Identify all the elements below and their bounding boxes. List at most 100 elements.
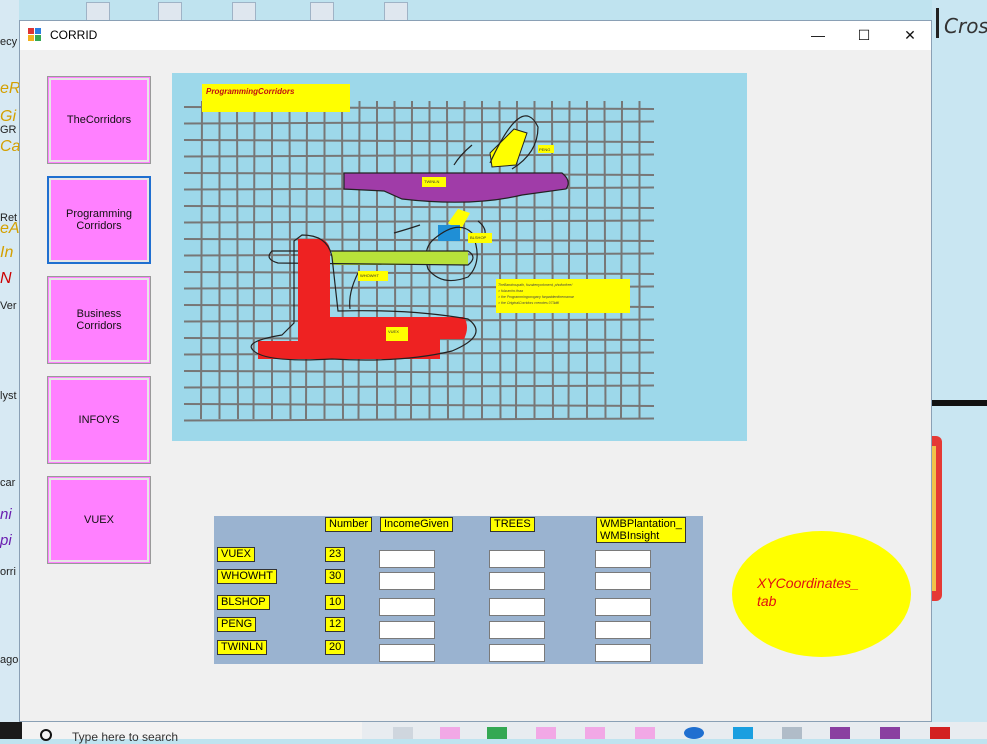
arrow xyxy=(349,272,359,310)
taskbar-search[interactable]: Type here to search xyxy=(22,722,362,744)
taskbar-app-icon[interactable] xyxy=(585,727,605,739)
nav-button-label: VUEX xyxy=(84,514,114,526)
taskbar-app-icon[interactable] xyxy=(782,727,802,739)
row-number: 23 xyxy=(325,547,346,562)
wmb-input[interactable] xyxy=(595,621,651,639)
desktop-fragment: pi xyxy=(0,532,12,549)
desktop-fragment: Ca xyxy=(0,138,19,155)
arrow xyxy=(393,224,421,234)
title-bar[interactable]: CORRID — ☐ ✕ xyxy=(20,21,931,50)
desktop-fragment: In xyxy=(0,244,14,261)
row-name: TWINLN xyxy=(217,640,268,655)
app-window: CORRID — ☐ ✕ TheCorridors Programming Co… xyxy=(19,20,932,722)
edge-browser-icon[interactable] xyxy=(684,727,704,739)
nav-button-label: Programming Corridors xyxy=(65,208,133,232)
taskbar-app-icon[interactable] xyxy=(930,727,950,739)
trees-input[interactable] xyxy=(489,572,545,590)
nav-button-programming-corridors[interactable]: Programming Corridors xyxy=(47,176,151,264)
divider xyxy=(932,400,987,406)
desktop-fragment: ago xyxy=(0,654,19,666)
desktop-fragment: Ver xyxy=(0,300,17,312)
trees-input[interactable] xyxy=(489,644,545,662)
visual-studio-icon[interactable] xyxy=(830,727,850,739)
desktop-fragment: ni xyxy=(0,506,12,523)
taskbar: Type here to search xyxy=(0,722,987,744)
wmb-input[interactable] xyxy=(595,598,651,616)
store-icon[interactable] xyxy=(733,727,753,739)
taskbar-app-icon[interactable] xyxy=(536,727,556,739)
desktop-fragment: lyst xyxy=(0,390,17,402)
incomegiven-input[interactable] xyxy=(379,598,435,616)
incomegiven-input[interactable] xyxy=(379,550,435,568)
desktop-icon[interactable] xyxy=(310,2,334,22)
desktop-fragment: car xyxy=(0,477,16,489)
nav-button-vuex[interactable]: VUEX xyxy=(47,476,151,564)
incomegiven-input[interactable] xyxy=(379,644,435,662)
wmb-input[interactable] xyxy=(595,644,651,662)
taskbar-app-icon[interactable] xyxy=(487,727,507,739)
nav-button-business-corridors[interactable]: Business Corridors xyxy=(47,276,151,364)
incomegiven-input[interactable] xyxy=(379,572,435,590)
task-view-icon[interactable] xyxy=(393,727,413,739)
incomegiven-input[interactable] xyxy=(379,621,435,639)
row-name: BLSHOP xyxy=(217,595,270,610)
desktop-fragment: eA xyxy=(0,220,19,237)
lime-corridor xyxy=(332,251,468,265)
desktop-fragment: Cros xyxy=(944,14,987,38)
yellow-corridor-upper xyxy=(489,128,528,168)
desktop-icon[interactable] xyxy=(86,2,110,22)
taskbar-app-icon[interactable] xyxy=(635,727,655,739)
corridor-map-image: ProgrammingCorridors PENG TWINLN BLSHOP … xyxy=(172,73,747,441)
wmb-input[interactable] xyxy=(595,572,651,590)
row-number: 12 xyxy=(325,617,346,632)
trees-input[interactable] xyxy=(489,550,545,568)
desktop-shape xyxy=(932,446,936,591)
start-button[interactable] xyxy=(0,722,22,739)
label-peng: PENG xyxy=(539,147,550,152)
minimize-button[interactable]: — xyxy=(795,21,841,50)
grid-line-vertical xyxy=(620,100,623,420)
nav-button-label: TheCorridors xyxy=(66,114,132,126)
close-button[interactable]: ✕ xyxy=(887,21,933,50)
desktop-fragment: eR xyxy=(0,80,19,97)
xy-coordinates-tab-button[interactable]: XYCoordinates_ tab xyxy=(732,531,911,657)
row-number: 10 xyxy=(325,595,346,610)
map-note-line: TheBandroupath, fuzukenyorkment, phofonf… xyxy=(498,283,573,287)
desktop-fragment: GR xyxy=(0,124,17,136)
header-number: Number xyxy=(325,517,373,532)
desktop-icon[interactable] xyxy=(158,2,182,22)
divider xyxy=(936,8,939,38)
label-whowht: WHOWHT xyxy=(360,273,379,278)
search-icon xyxy=(40,729,52,741)
maximize-button[interactable]: ☐ xyxy=(841,21,887,50)
nav-button-label: Business Corridors xyxy=(76,308,122,332)
visual-studio-icon[interactable] xyxy=(880,727,900,739)
app-icon xyxy=(28,28,42,42)
nav-button-infoys[interactable]: INFOYS xyxy=(47,376,151,464)
data-panel: Number IncomeGiven TREES WMBPlantation_ … xyxy=(214,516,703,664)
grid-line-vertical xyxy=(603,100,607,420)
window-title: CORRID xyxy=(50,28,98,42)
row-number: 20 xyxy=(325,640,346,655)
label-blshop: BLSHOP xyxy=(470,235,487,240)
taskbar-app-icon[interactable] xyxy=(440,727,460,739)
nav-button-thecorridors[interactable]: TheCorridors xyxy=(47,76,151,164)
row-number: 30 xyxy=(325,569,346,584)
desktop-icon[interactable] xyxy=(384,2,408,22)
desktop-fragment: ecy xyxy=(0,36,18,48)
trees-input[interactable] xyxy=(489,621,545,639)
desktop-icon[interactable] xyxy=(232,2,256,22)
desktop-right-edge: Cros xyxy=(932,0,987,739)
map-title: ProgrammingCorridors xyxy=(206,87,295,96)
row-name: WHOWHT xyxy=(217,569,277,584)
corridor-map-drawing: ProgrammingCorridors PENG TWINLN BLSHOP … xyxy=(183,84,655,422)
wmb-input[interactable] xyxy=(595,550,651,568)
desktop-fragment: orri xyxy=(0,566,16,578)
header-wmbplantation: WMBPlantation_ WMBInsight xyxy=(596,517,686,543)
header-trees: TREES xyxy=(490,517,535,532)
trees-input[interactable] xyxy=(489,598,545,616)
desktop-fragment: N xyxy=(0,270,12,287)
header-incomegiven: IncomeGiven xyxy=(380,517,453,532)
nav-button-label: INFOYS xyxy=(78,414,120,426)
xy-coordinates-label: XYCoordinates_ tab xyxy=(757,575,859,609)
